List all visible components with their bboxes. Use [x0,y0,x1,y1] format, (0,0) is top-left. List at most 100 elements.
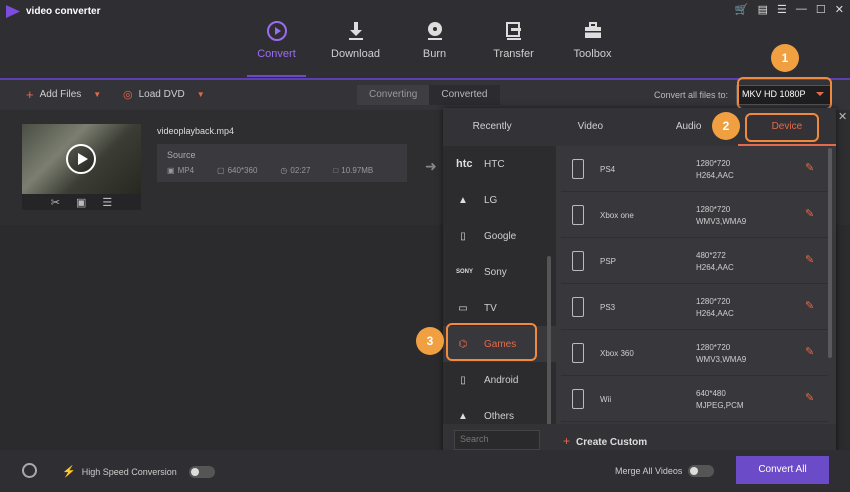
toolbox-icon [584,22,601,38]
device-row[interactable]: Xbox 360 1280*720 WMV3,WMA9 ✎ [561,330,828,376]
plus-icon: + [563,434,571,448]
load-dvd-label: Load DVD [138,89,185,100]
device-row[interactable]: Wii 640*480 MJPEG,PCM ✎ [561,376,828,422]
device-specs: 1280*720 WMV3,WMA9 [696,204,746,228]
tab-converted[interactable]: Converted [429,85,500,105]
adjust-icon[interactable]: ☰ [102,196,112,209]
category-label: TV [484,302,497,314]
high-speed-toggle[interactable] [188,465,215,478]
category-tv[interactable]: ▭ TV [443,290,556,326]
phone-icon [572,251,584,271]
category-sony[interactable]: SONY Sony [443,254,556,290]
chevron-down-icon[interactable]: ▼ [93,90,101,99]
device-codec: MJPEG,PCM [696,401,744,410]
edit-icon[interactable]: ✎ [805,299,814,312]
add-files-button[interactable]: + Add Files ▼ [26,88,101,101]
tv-icon: ▭ [458,302,468,314]
nav-download[interactable]: Download [316,20,395,60]
high-speed-conversion: ⚡ High Speed Conversion [62,465,215,478]
category-lg[interactable]: ▲ LG [443,182,556,218]
app-title: video converter [26,6,101,17]
chevron-down-icon[interactable]: ▼ [197,90,205,99]
device-name: PS3 [600,303,616,312]
device-row[interactable]: PS3 1280*720 H264,AAC ✎ [561,284,828,330]
nav-transfer[interactable]: Transfer [474,20,553,60]
category-google[interactable]: ▯ Google [443,218,556,254]
tab-recently[interactable]: Recently [443,108,541,146]
edit-icon[interactable]: ✎ [805,391,814,404]
device-resolution: 1280*720 [696,159,731,168]
popup-close-icon[interactable]: ✕ [838,110,847,123]
window-controls: 🛒 ▤ ☰ — ☐ ✕ [735,3,844,16]
cart-icon[interactable]: 🛒 [735,3,749,16]
menu-icon[interactable]: ☰ [777,3,787,16]
nav-burn[interactable]: Burn [395,20,474,60]
category-label: Android [484,374,519,386]
phone-icon [572,389,584,409]
device-list: PS4 1280*720 H264,AAC ✎ Xbox one 1280*720 WMV… [561,146,828,432]
dvd-icon: ◎ [123,88,133,101]
device-specs: 480*272 H264,AAC [696,250,734,274]
maximize-icon[interactable]: ☐ [816,3,826,16]
status-tabs: Converting Converted [357,85,500,105]
edit-icon[interactable]: ✎ [805,207,814,220]
device-codec: H264,AAC [696,171,734,180]
edit-icon[interactable]: ✎ [805,253,814,266]
thumbnail-tools: ✂ ▣ ☰ [22,194,141,210]
device-specs: 640*480 MJPEG,PCM [696,388,744,412]
phone-icon: ▯ [460,230,466,242]
video-thumbnail[interactable] [22,124,141,194]
create-custom-button[interactable]: + Create Custom [563,434,647,448]
format-popup: Recently Video Audio Device htc HTC ▲ LG ▯… [443,108,836,458]
step-badge-3: 3 [416,327,444,355]
search-input[interactable]: Search [454,430,540,450]
high-speed-label: High Speed Conversion [81,466,177,477]
tab-video[interactable]: Video [541,108,639,146]
nav-convert-label: Convert [257,48,296,60]
merge-toggle[interactable] [688,465,715,477]
resize-icon: ▢ [217,166,225,175]
nav-convert[interactable]: Convert [237,20,316,77]
gift-icon[interactable]: ▤ [758,3,768,16]
device-scrollbar[interactable] [828,148,832,358]
step-badge-2: 2 [712,112,740,140]
phone-icon [572,343,584,363]
nav-burn-label: Burn [422,48,447,60]
category-label: Others [484,410,515,422]
htc-logo-icon: htc [456,158,473,170]
device-row[interactable]: Xbox one 1280*720 WMV3,WMA9 ✎ [561,192,828,238]
source-size: 10.97MB [341,166,374,175]
category-label: HTC [484,158,505,170]
transfer-icon [505,22,521,40]
schedule-icon[interactable] [22,463,37,478]
device-row[interactable]: PSP 480*272 H264,AAC ✎ [561,238,828,284]
convert-all-label: Convert all files to: [654,90,729,100]
close-icon[interactable]: ✕ [835,3,844,16]
minimize-icon[interactable]: — [796,3,807,16]
merge-videos: Merge All Videos [615,465,715,477]
edit-icon[interactable]: ✎ [805,161,814,174]
phone-icon [572,159,584,179]
device-specs: 1280*720 H264,AAC [696,158,734,182]
device-row[interactable]: PS4 1280*720 H264,AAC ✎ [561,146,828,192]
film-icon: ▣ [167,166,175,175]
load-dvd-button[interactable]: ◎ Load DVD ▼ [123,89,205,100]
category-android[interactable]: ▯ Android [443,362,556,398]
category-scrollbar[interactable] [547,256,551,432]
convert-all-button[interactable]: Convert All [736,456,829,484]
category-htc[interactable]: htc HTC [443,146,556,182]
phone-icon [572,297,584,317]
edit-icon[interactable]: ✎ [805,345,814,358]
play-icon[interactable] [66,144,96,174]
logo-icon [6,5,20,18]
device-name: Wii [600,395,612,404]
device-codec: WMV3,WMA9 [696,355,747,364]
tab-converting[interactable]: Converting [357,85,430,105]
file-name: videoplayback.mp4 [157,126,235,136]
scissors-icon[interactable]: ✂ [51,196,60,209]
crop-icon[interactable]: ▣ [76,196,86,209]
nav-toolbox-label: Toolbox [573,48,612,60]
nav-toolbox[interactable]: Toolbox [553,20,632,60]
android-icon: ▲ [458,410,468,422]
device-categories: htc HTC ▲ LG ▯ Google SONY Sony ▭ TV ⌬ Games ▯… [443,146,556,432]
